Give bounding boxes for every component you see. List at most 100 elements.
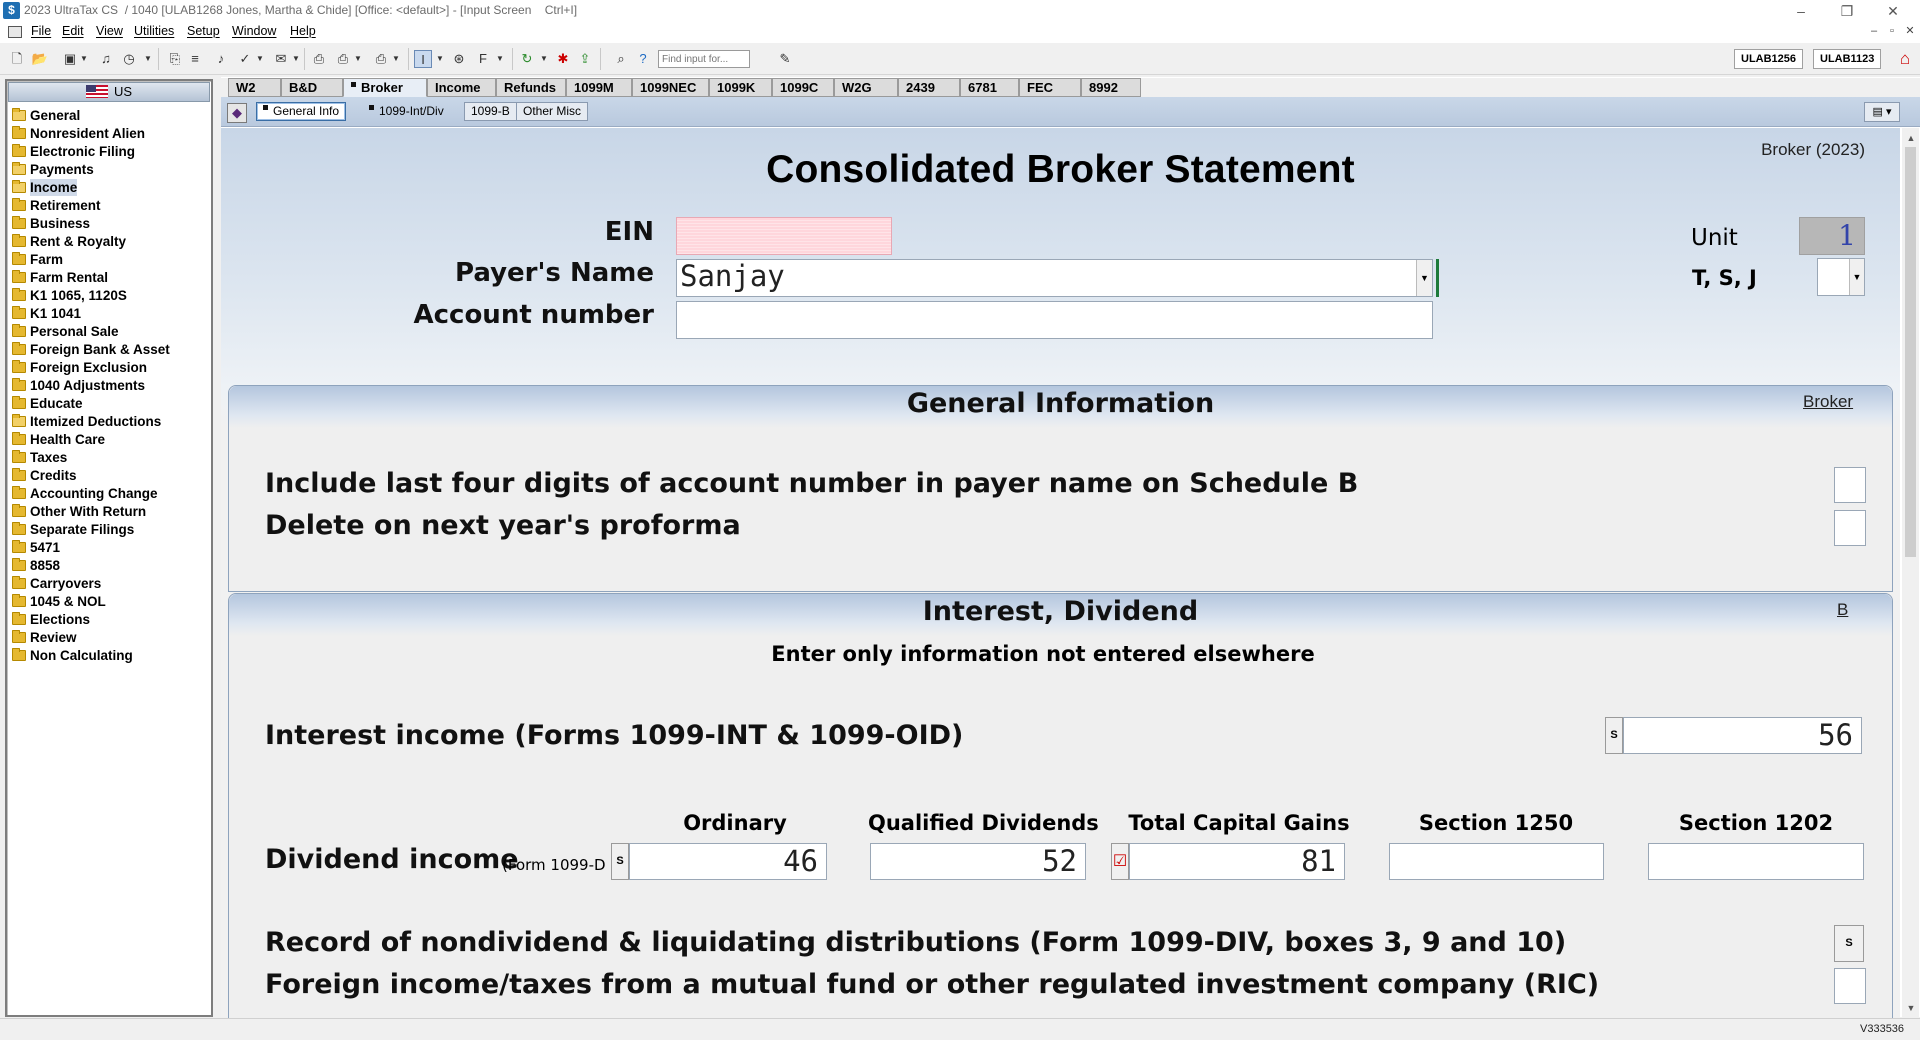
copy-icon[interactable]: ⎘ <box>166 50 184 68</box>
subtab-1099-int-div[interactable]: 1099-Int/Div <box>362 102 451 121</box>
tree-item-taxes[interactable]: Taxes <box>12 449 67 466</box>
mdi-restore-icon[interactable]: ▫ <box>1884 24 1900 38</box>
interest-income-field[interactable]: 56 <box>1623 717 1862 754</box>
tab-w2[interactable]: W2 <box>228 78 281 97</box>
tree-item-1040-adjustments[interactable]: 1040 Adjustments <box>12 377 145 394</box>
forms-menu-icon[interactable]: ▤ ▾ <box>1864 102 1900 122</box>
tree-item-itemized-deductions[interactable]: Itemized Deductions <box>12 413 161 430</box>
tree-item-separate-filings[interactable]: Separate Filings <box>12 521 134 538</box>
tab-6781[interactable]: 6781 <box>960 78 1019 97</box>
client-button-ulab1123[interactable]: ULAB1123 <box>1813 49 1882 69</box>
schedule-b-link[interactable]: B <box>1837 600 1848 620</box>
account-number-field[interactable] <box>676 301 1433 339</box>
save-icon[interactable]: ▣ <box>61 50 79 68</box>
audio-icon[interactable]: ♫ <box>97 50 115 68</box>
close-button[interactable]: ✕ <box>1870 0 1916 22</box>
tree-item-farm-rental[interactable]: Farm Rental <box>12 269 108 286</box>
document-icon[interactable] <box>8 26 22 38</box>
email-dropdown-icon[interactable]: ▼ <box>292 50 300 68</box>
tree-item-foreign-bank-asset[interactable]: Foreign Bank & Asset <box>12 341 170 358</box>
alert-icon[interactable]: ⌂ <box>1895 48 1915 70</box>
globe-icon[interactable]: ⊛ <box>450 50 468 68</box>
tab-1099c[interactable]: 1099C <box>772 78 834 97</box>
tree-item-credits[interactable]: Credits <box>12 467 77 484</box>
tab-b-d[interactable]: B&D <box>281 78 343 97</box>
include-last-four-checkbox[interactable] <box>1834 467 1866 503</box>
mdi-minimize-icon[interactable]: – <box>1866 24 1882 38</box>
new-icon[interactable]: 🗋 <box>8 50 26 68</box>
tree-item-farm[interactable]: Farm <box>12 251 63 268</box>
print-batch-dropdown-icon[interactable]: ▼ <box>392 50 400 68</box>
delete-proforma-checkbox[interactable] <box>1834 510 1866 546</box>
tab-fec[interactable]: FEC <box>1019 78 1081 97</box>
tree-item-payments[interactable]: Payments <box>12 161 94 178</box>
tab-1099m[interactable]: 1099M <box>566 78 632 97</box>
minimize-button[interactable]: – <box>1778 0 1824 22</box>
foreign-income-checkbox[interactable] <box>1834 968 1866 1004</box>
section-1202-field[interactable] <box>1648 843 1864 880</box>
print-dropdown-icon[interactable]: ▼ <box>354 50 362 68</box>
tree-item-accounting-change[interactable]: Accounting Change <box>12 485 158 502</box>
menu-edit[interactable]: Edit <box>62 24 84 38</box>
tree-item-non-calculating[interactable]: Non Calculating <box>12 647 133 664</box>
tab-1099k[interactable]: 1099K <box>709 78 772 97</box>
check-icon[interactable]: ✓ <box>236 50 254 68</box>
payer-name-dropdown-icon[interactable]: ▼ <box>1416 260 1432 296</box>
tree-header[interactable]: US <box>8 82 210 102</box>
ein-field[interactable] <box>676 217 892 255</box>
tree-item-business[interactable]: Business <box>12 215 90 232</box>
scroll-down-icon[interactable]: ▼ <box>1904 1001 1918 1015</box>
form-icon[interactable]: ✎ <box>776 50 794 68</box>
print-batch-icon[interactable]: ⎙ <box>372 50 390 68</box>
scroll-up-icon[interactable]: ▲ <box>1904 131 1918 145</box>
email-icon[interactable]: ✉ <box>272 50 290 68</box>
dividend-s-button[interactable]: S <box>611 843 629 880</box>
tsj-dropdown-icon[interactable]: ▼ <box>1849 259 1864 295</box>
print-preview-icon[interactable]: ⎙ <box>334 50 352 68</box>
tab-1099nec[interactable]: 1099NEC <box>632 78 709 97</box>
book-icon[interactable]: ◆ <box>227 103 247 123</box>
tab-8992[interactable]: 8992 <box>1081 78 1141 97</box>
qualified-dividends-field[interactable]: 52 <box>870 843 1086 880</box>
tree-item-nonresident-alien[interactable]: Nonresident Alien <box>12 125 145 142</box>
menu-window[interactable]: Window <box>232 24 276 38</box>
print-icon[interactable]: ⎙ <box>310 50 328 68</box>
tree-item-8858[interactable]: 8858 <box>12 557 60 574</box>
tree-item-rent-royalty[interactable]: Rent & Royalty <box>12 233 126 250</box>
nondividend-s-button[interactable]: S <box>1834 925 1864 962</box>
subtab-general-info[interactable]: General Info <box>256 102 347 121</box>
subtab-other-misc[interactable]: Other Misc <box>516 102 589 121</box>
tree-item-personal-sale[interactable]: Personal Sale <box>12 323 119 340</box>
menu-view[interactable]: View <box>96 24 123 38</box>
tree-item-general[interactable]: General <box>12 107 80 124</box>
client-button-ulab1256[interactable]: ULAB1256 <box>1734 49 1804 69</box>
tree-item-electronic-filing[interactable]: Electronic Filing <box>12 143 135 160</box>
tab-broker[interactable]: Broker <box>343 78 427 97</box>
tab-income[interactable]: Income <box>427 78 496 97</box>
tree-item-1045-nol[interactable]: 1045 & NOL <box>12 593 106 610</box>
tree-item-foreign-exclusion[interactable]: Foreign Exclusion <box>12 359 147 376</box>
tree-item-elections[interactable]: Elections <box>12 611 90 628</box>
subtab-1099-b[interactable]: 1099-B <box>464 102 517 121</box>
save-dropdown-icon[interactable]: ▼ <box>80 50 88 68</box>
clock-icon[interactable]: ◷ <box>120 50 138 68</box>
compare-icon[interactable]: ≡ <box>186 50 204 68</box>
tree-item-k1-1065-1120s[interactable]: K1 1065, 1120S <box>12 287 127 304</box>
tab-refunds[interactable]: Refunds <box>496 78 566 97</box>
open-icon[interactable]: 📂 <box>31 50 49 68</box>
tree-item-carryovers[interactable]: Carryovers <box>12 575 101 592</box>
clock-dropdown-icon[interactable]: ▼ <box>144 50 152 68</box>
refresh-icon[interactable]: ↻ <box>518 50 536 68</box>
music-icon[interactable]: ♪ <box>212 50 230 68</box>
export-icon[interactable]: ⇪ <box>576 50 594 68</box>
total-capital-gains-field[interactable]: 81 <box>1129 843 1345 880</box>
tree-item-retirement[interactable]: Retirement <box>12 197 101 214</box>
refresh-dropdown-icon[interactable]: ▼ <box>540 50 548 68</box>
tab-2439[interactable]: 2439 <box>898 78 960 97</box>
input-dropdown-icon[interactable]: ▼ <box>436 50 444 68</box>
mdi-close-icon[interactable]: ✕ <box>1902 24 1918 38</box>
ordinary-dividends-field[interactable]: 46 <box>629 843 827 880</box>
format-dropdown-icon[interactable]: ▼ <box>496 50 504 68</box>
unit-field[interactable]: 1 <box>1799 217 1865 255</box>
check-dropdown-icon[interactable]: ▼ <box>256 50 264 68</box>
